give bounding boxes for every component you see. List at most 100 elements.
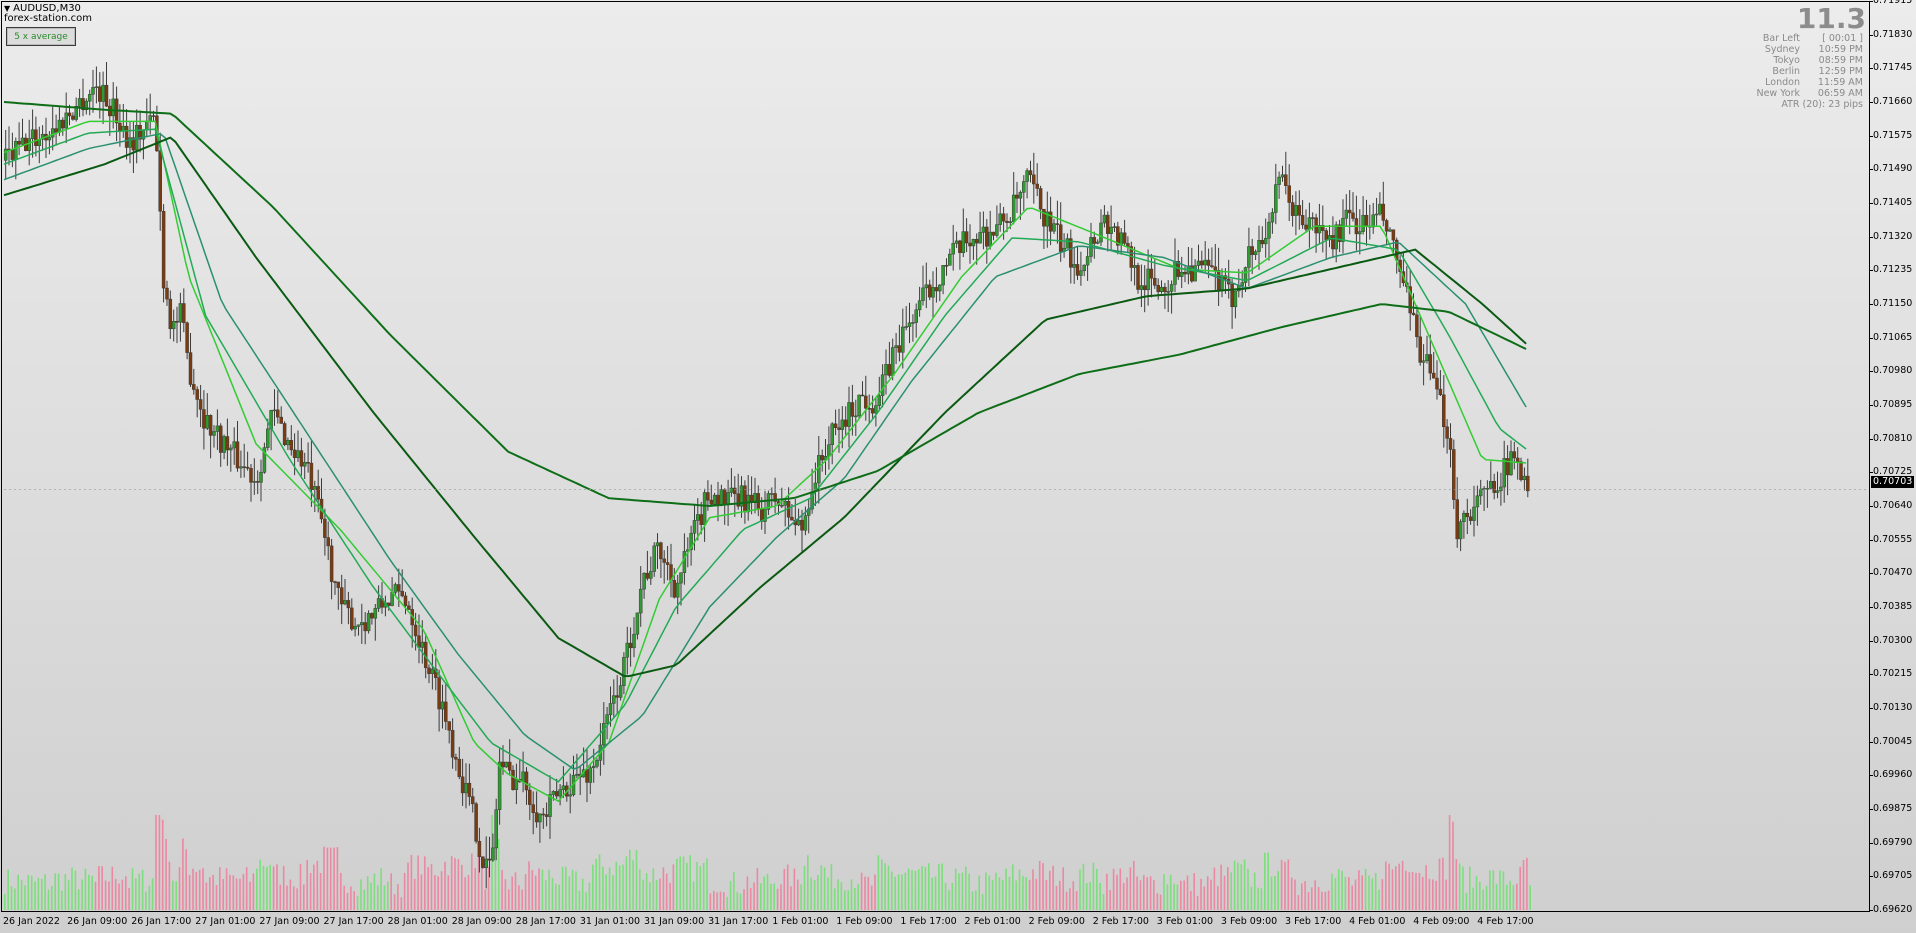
candle-body <box>1435 377 1439 390</box>
volume-bar <box>561 866 564 910</box>
volume-bar <box>1250 886 1253 910</box>
time-tick-label: 26 Jan 2022 <box>3 916 60 927</box>
volume-bar <box>256 868 258 910</box>
candle-body <box>1072 264 1076 268</box>
volume-bar <box>813 880 816 910</box>
volume-bar <box>1149 876 1152 910</box>
candle-body <box>168 298 173 330</box>
candle-body <box>682 551 687 573</box>
candle-body <box>245 466 250 469</box>
candle-body <box>323 518 327 538</box>
candle-body <box>709 499 714 505</box>
candle-body <box>292 449 297 458</box>
candle-body <box>1300 215 1305 226</box>
volume-bar <box>1035 878 1038 910</box>
average-toggle-button[interactable]: 5 x average <box>6 27 76 46</box>
price-tick-label: 0.71915 <box>1868 0 1912 6</box>
candle-body <box>151 115 156 117</box>
candle-body <box>171 321 176 330</box>
volume-bar <box>894 876 896 910</box>
volume-bar <box>538 868 540 910</box>
volume-bar <box>1264 852 1266 910</box>
candle-body <box>1065 238 1070 249</box>
volume-bar <box>612 875 614 910</box>
time-tick-label: 4 Feb 01:00 <box>1349 916 1406 927</box>
candle-body <box>1018 192 1023 199</box>
volume-bar <box>289 879 292 910</box>
candle-body <box>1022 181 1026 193</box>
volume-bar <box>1022 876 1024 910</box>
candle-body <box>1324 230 1328 241</box>
volume-bar <box>659 878 661 910</box>
time-tick-label: 27 Jan 17:00 <box>323 916 384 927</box>
volume-bar <box>1089 882 1091 910</box>
candle-body <box>1489 481 1493 489</box>
candle-body <box>1274 184 1278 213</box>
candle-body <box>205 415 210 429</box>
candle-body <box>427 667 431 674</box>
price-tick-label: 0.71065 <box>1868 331 1913 343</box>
volume-bar <box>820 865 823 910</box>
volume-bar <box>639 869 641 910</box>
volume-bar <box>232 875 235 910</box>
time-tick-label: 2 Feb 01:00 <box>964 916 1021 927</box>
candle-body <box>948 253 952 266</box>
volume-bar <box>440 871 443 910</box>
volume-bar <box>172 880 174 910</box>
volume-bar <box>316 860 319 910</box>
candle-body <box>1442 394 1446 428</box>
candle-body <box>47 136 52 141</box>
volume-bar <box>474 867 476 910</box>
volume-bar <box>844 890 846 910</box>
candle-body <box>911 322 915 324</box>
volume-bar <box>1112 868 1115 910</box>
volume-bar <box>1307 892 1310 910</box>
volume-bar <box>1243 859 1246 910</box>
candle-body <box>1280 174 1285 178</box>
candle-body <box>363 622 367 632</box>
candle-body <box>1011 194 1016 222</box>
volume-bar <box>1344 876 1347 910</box>
volume-bar <box>897 874 900 910</box>
volume-bar <box>1190 890 1192 910</box>
candle-body <box>551 791 556 795</box>
volume-bar <box>1324 891 1327 910</box>
volume-bar <box>689 855 691 910</box>
volume-bar <box>1297 895 1300 910</box>
time-tick-label: 3 Feb 01:00 <box>1156 916 1214 927</box>
time-tick-label: 28 Jan 17:00 <box>515 916 576 927</box>
volume-bar <box>94 881 97 910</box>
candle-body <box>927 284 932 298</box>
volume-bar <box>780 884 782 910</box>
candle-body <box>403 595 408 607</box>
price-tick-label: 0.70640 <box>1868 500 1913 511</box>
candle-body <box>158 150 162 212</box>
volume-bar <box>1183 880 1185 910</box>
candle-body <box>864 395 868 409</box>
candle-body <box>491 847 495 861</box>
volume-bar <box>380 868 382 910</box>
candle-body <box>1428 354 1433 374</box>
volume-bar <box>1465 892 1468 910</box>
info-value: 08:59 PM <box>1818 55 1863 66</box>
volume-bar <box>864 876 866 910</box>
volume-bar <box>343 885 345 910</box>
candle-body <box>50 128 55 138</box>
volume-bar <box>850 879 853 910</box>
volume-bar <box>1055 885 1058 910</box>
candle-body <box>67 112 72 117</box>
volume-bar <box>985 872 987 910</box>
volume-bar <box>165 838 167 910</box>
volume-bar <box>877 855 880 910</box>
volume-bar <box>524 874 527 910</box>
volume-bar <box>1411 871 1414 910</box>
candle-body <box>477 840 482 857</box>
volume-bar <box>635 849 638 910</box>
volume-bar <box>239 878 241 910</box>
volume-bar <box>642 879 644 910</box>
volume-bar <box>467 875 470 910</box>
candle-body <box>1082 264 1086 272</box>
candle-body <box>178 303 183 323</box>
candle-body <box>101 84 105 102</box>
collapse-triangle-icon[interactable]: ▼ <box>4 4 10 13</box>
